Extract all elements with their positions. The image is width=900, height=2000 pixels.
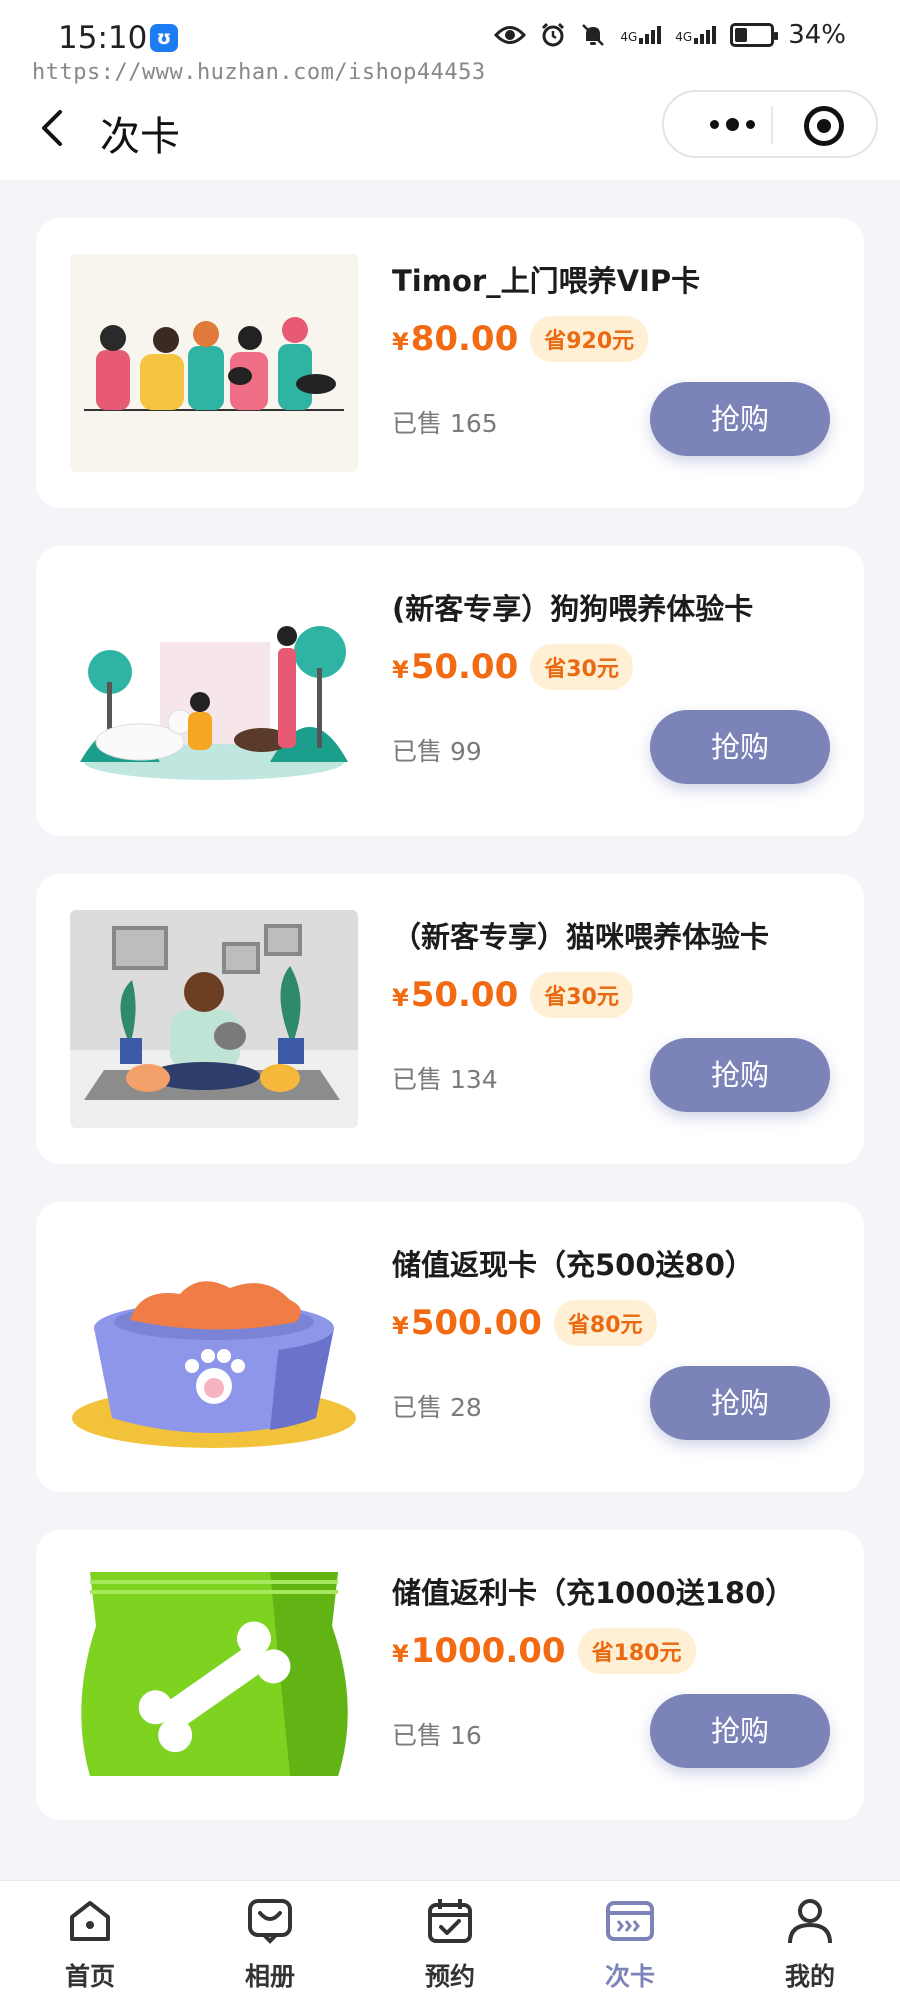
app-screen: 15:10 ʊ 4G 4G 34% https://www.huzhan.com… (0, 0, 900, 2000)
miniapp-capsule (662, 90, 878, 158)
card-title: 储值返现卡（充500送80） (392, 1248, 754, 1282)
close-miniapp-icon[interactable] (804, 106, 844, 146)
nav-bar: 次卡 (0, 88, 900, 168)
tab-bar: 首页 相册 预约 次卡 我的 (0, 1880, 900, 2000)
card-title: Timor_上门喂养VIP卡 (392, 264, 701, 298)
currency-symbol: ¥ (392, 984, 409, 1012)
card-item[interactable]: Timor_上门喂养VIP卡 ¥80.00 省920元 已售 165 抢购 (36, 218, 864, 508)
watermark-text: https://www.huzhan.com/ishop44453 (32, 60, 486, 85)
tab-card[interactable]: 次卡 (540, 1881, 720, 2000)
sold-count: 已售 165 (392, 409, 498, 438)
card-item[interactable]: 储值返现卡（充500送80） ¥500.00 省80元 已售 28 抢购 (36, 1202, 864, 1492)
calendar-icon (428, 1899, 472, 1943)
currency-symbol: ¥ (392, 1640, 409, 1668)
card-image-food-bag (70, 1566, 358, 1784)
currency-symbol: ¥ (392, 656, 409, 684)
card-title: （新客专享）猫咪喂养体验卡 (392, 920, 770, 954)
card-image-girl-with-cats (70, 910, 358, 1128)
price-value: 50.00 (410, 975, 519, 1015)
price-value: 1000.00 (410, 1631, 566, 1671)
buy-button[interactable]: 抢购 (650, 1694, 830, 1768)
alarm-icon (542, 22, 565, 47)
card-title: 储值返利卡（充1000送180） (392, 1576, 795, 1610)
capsule-divider (771, 106, 773, 144)
card-price: ¥80.00 (392, 319, 518, 359)
card-image-dog-walking (70, 582, 358, 800)
price-row: ¥80.00 省920元 (392, 316, 649, 362)
card-image-pet-lovers (70, 254, 358, 472)
price-value: 80.00 (410, 319, 519, 359)
save-badge: 省80元 (553, 1300, 657, 1346)
sold-count: 已售 134 (392, 1065, 498, 1094)
tab-home[interactable]: 首页 (0, 1881, 180, 2000)
battery-percent: 34% (788, 20, 846, 50)
price-row: ¥50.00 省30元 (392, 644, 633, 690)
save-badge: 省920元 (530, 316, 649, 362)
card-price: ¥500.00 (392, 1303, 542, 1343)
shield-app-icon: ʊ (150, 24, 178, 52)
mute-bell-icon (582, 24, 605, 46)
card-title: (新客专享）狗狗喂养体验卡 (392, 592, 754, 626)
buy-button[interactable]: 抢购 (650, 1038, 830, 1112)
status-time: 15:10 (58, 20, 148, 56)
user-icon (788, 1899, 832, 1944)
battery-icon (730, 23, 779, 47)
card-item[interactable]: 储值返利卡（充1000送180） ¥1000.00 省180元 已售 16 抢购 (36, 1530, 864, 1820)
album-icon (248, 1899, 292, 1944)
card-icon (606, 1901, 654, 1941)
price-row: ¥1000.00 省180元 (392, 1628, 696, 1674)
tab-label: 预约 (424, 1962, 475, 1991)
sold-count: 已售 99 (392, 737, 482, 766)
status-icons: 4G 4G 34% (494, 20, 846, 50)
tab-album[interactable]: 相册 (180, 1881, 360, 2000)
currency-symbol: ¥ (392, 1312, 409, 1340)
tab-label: 次卡 (604, 1962, 655, 1991)
buy-button[interactable]: 抢购 (650, 1366, 830, 1440)
price-row: ¥500.00 省80元 (392, 1300, 657, 1346)
tab-profile[interactable]: 我的 (720, 1881, 900, 2000)
card-price: ¥1000.00 (392, 1631, 566, 1671)
card-price: ¥50.00 (392, 647, 518, 687)
tab-label: 首页 (64, 1962, 115, 1991)
sold-count: 已售 16 (392, 1721, 482, 1750)
buy-button[interactable]: 抢购 (650, 382, 830, 456)
card-price: ¥50.00 (392, 975, 518, 1015)
signal-2-icon: 4G (675, 26, 717, 44)
buy-button[interactable]: 抢购 (650, 710, 830, 784)
card-image-food-bowl (70, 1238, 358, 1456)
price-value: 50.00 (410, 647, 519, 687)
card-item[interactable]: (新客专享）狗狗喂养体验卡 ¥50.00 省30元 已售 99 抢购 (36, 546, 864, 836)
page-title: 次卡 (100, 114, 180, 160)
battery-fill (735, 28, 748, 42)
tab-booking[interactable]: 预约 (360, 1881, 540, 2000)
currency-symbol: ¥ (392, 328, 409, 356)
tab-label: 我的 (784, 1962, 835, 1991)
card-item[interactable]: （新客专享）猫咪喂养体验卡 ¥50.00 省30元 已售 134 抢购 (36, 874, 864, 1164)
tab-label: 相册 (244, 1962, 295, 1991)
network-label-1: 4G (620, 30, 638, 44)
save-badge: 省30元 (530, 644, 633, 690)
network-label-2: 4G (675, 30, 693, 44)
sold-count: 已售 28 (392, 1393, 482, 1422)
top-bar: 15:10 ʊ 4G 4G 34% https://www.huzhan.com… (0, 0, 900, 180)
save-badge: 省30元 (530, 972, 633, 1018)
signal-1-icon: 4G (620, 26, 662, 44)
eye-icon (494, 26, 527, 44)
price-value: 500.00 (410, 1303, 542, 1343)
back-arrow-icon[interactable] (34, 106, 74, 150)
price-row: ¥50.00 省30元 (392, 972, 633, 1018)
card-list: Timor_上门喂养VIP卡 ¥80.00 省920元 已售 165 抢购 (新… (36, 218, 864, 1858)
more-menu-icon[interactable] (692, 92, 772, 156)
home-icon (70, 1901, 110, 1941)
save-badge: 省180元 (577, 1628, 696, 1674)
